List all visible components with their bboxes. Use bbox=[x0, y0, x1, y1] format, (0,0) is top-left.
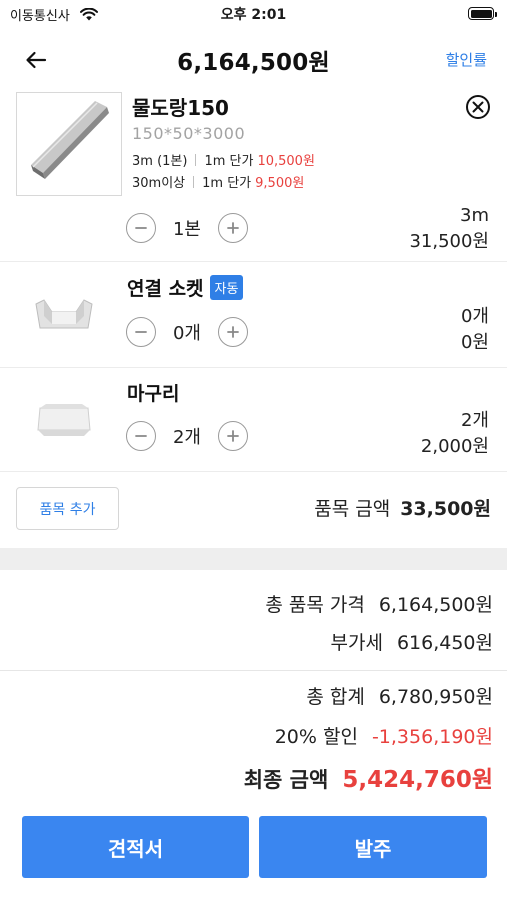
vat-label: 부가세 bbox=[330, 632, 383, 654]
status-bar: 이동통신사 오후 2:01 bbox=[0, 0, 507, 28]
item-name: 마구리 bbox=[127, 383, 180, 405]
sum-value: 6,780,950원 bbox=[378, 686, 493, 708]
decrease-button[interactable] bbox=[126, 317, 156, 347]
quantity-stepper: 1본 bbox=[126, 213, 248, 243]
plus-circle-icon bbox=[227, 430, 239, 442]
increase-button[interactable] bbox=[218, 213, 248, 243]
quantity-value: 0개 bbox=[172, 323, 201, 344]
item-length: 3m bbox=[460, 205, 489, 226]
minus-circle-icon bbox=[135, 435, 147, 437]
decrease-button[interactable] bbox=[126, 421, 156, 451]
item-count: 0개 bbox=[460, 306, 489, 327]
item-amount-block: 3m 31,500원 bbox=[409, 203, 489, 255]
item-total-label: 품목 금액 bbox=[314, 498, 391, 520]
sum-label: 총 합계 bbox=[306, 686, 365, 708]
item-amount-block: 0개 0원 bbox=[461, 304, 489, 356]
tier-price: 9,500원 bbox=[255, 176, 305, 191]
minus-circle-icon bbox=[135, 227, 147, 229]
item-total: 품목 금액 33,500원 bbox=[314, 494, 491, 521]
discount-value: -1,356,190원 bbox=[371, 726, 493, 748]
estimate-button[interactable]: 견적서 bbox=[22, 816, 249, 878]
quantity-stepper: 2개 bbox=[126, 421, 248, 451]
discount-row: 20% 할인 -1,356,190원 bbox=[275, 722, 493, 749]
item-name: 연결 소켓 자동 bbox=[127, 274, 244, 301]
increase-button[interactable] bbox=[218, 317, 248, 347]
add-item-button[interactable]: 품목 추가 bbox=[16, 487, 119, 530]
auto-badge: 자동 bbox=[209, 275, 244, 300]
product-image bbox=[30, 290, 98, 342]
vat-row: 부가세 616,450원 bbox=[330, 628, 493, 655]
item-name: 물도랑150 bbox=[132, 96, 229, 120]
total-items-value: 6,164,500원 bbox=[378, 594, 493, 616]
decrease-button[interactable] bbox=[126, 213, 156, 243]
section-divider bbox=[0, 548, 507, 570]
tier-price: 10,500원 bbox=[257, 154, 315, 169]
nav-bar: 6,164,500원 할인률 bbox=[0, 30, 507, 90]
final-row: 최종 금액 5,424,760원 bbox=[244, 760, 493, 794]
item-spec: 150*50*3000 bbox=[132, 124, 246, 143]
order-button[interactable]: 발주 bbox=[259, 816, 487, 878]
item-total-value: 33,500원 bbox=[400, 498, 491, 520]
price-tier-row: 30m이상 1m 단가 9,500원 bbox=[132, 172, 304, 191]
status-clock: 오후 2:01 bbox=[220, 7, 287, 23]
discount-label: 20% 할인 bbox=[274, 726, 358, 748]
page-title: 6,164,500원 bbox=[177, 50, 330, 76]
vat-value: 616,450원 bbox=[396, 632, 493, 654]
discount-rate-button[interactable]: 할인률 bbox=[446, 49, 487, 70]
total-items-label: 총 품목 가격 bbox=[265, 594, 365, 616]
total-items-row: 총 품목 가격 6,164,500원 bbox=[265, 590, 493, 617]
final-value: 5,424,760원 bbox=[342, 767, 493, 793]
plus-circle-icon bbox=[227, 222, 239, 234]
quantity-stepper: 0개 bbox=[126, 317, 248, 347]
tier-unit: 1m 단가 bbox=[204, 154, 254, 169]
plus-circle-icon bbox=[227, 326, 239, 338]
tier-unit: 1m 단가 bbox=[202, 176, 252, 191]
minus-circle-icon bbox=[135, 331, 147, 333]
item-amount: 0원 bbox=[460, 332, 489, 353]
tier-qty: 30m이상 bbox=[132, 176, 186, 191]
price-tier-row: 3m (1본) 1m 단가 10,500원 bbox=[132, 150, 315, 169]
product-image bbox=[16, 92, 122, 196]
item-name-text: 연결 소켓 bbox=[127, 278, 204, 300]
item-amount: 2,000원 bbox=[420, 436, 489, 457]
list-item: 연결 소켓 자동 0개 0개 0원 bbox=[0, 264, 507, 368]
product-image bbox=[30, 394, 98, 446]
increase-button[interactable] bbox=[218, 421, 248, 451]
divider bbox=[0, 670, 507, 671]
item-amount-block: 2개 2,000원 bbox=[421, 408, 489, 460]
item-count: 2개 bbox=[460, 410, 489, 431]
list-item: 물도랑150 150*50*3000 3m (1본) 1m 단가 10,500원… bbox=[0, 92, 507, 262]
sum-row: 총 합계 6,780,950원 bbox=[306, 682, 493, 709]
item-summary: 품목 추가 품목 금액 33,500원 bbox=[0, 472, 507, 532]
final-label: 최종 금액 bbox=[243, 768, 329, 792]
item-amount: 31,500원 bbox=[409, 231, 489, 252]
quantity-value: 1본 bbox=[172, 219, 201, 240]
quantity-value: 2개 bbox=[172, 427, 201, 448]
remove-item-button[interactable] bbox=[465, 94, 491, 120]
content: 물도랑150 150*50*3000 3m (1본) 1m 단가 10,500원… bbox=[0, 92, 507, 900]
list-item: 마구리 2개 2개 2,000원 bbox=[0, 368, 507, 472]
remove-circle-icon bbox=[466, 95, 490, 119]
battery-icon bbox=[468, 7, 497, 20]
tier-qty: 3m (1본) bbox=[132, 154, 188, 169]
